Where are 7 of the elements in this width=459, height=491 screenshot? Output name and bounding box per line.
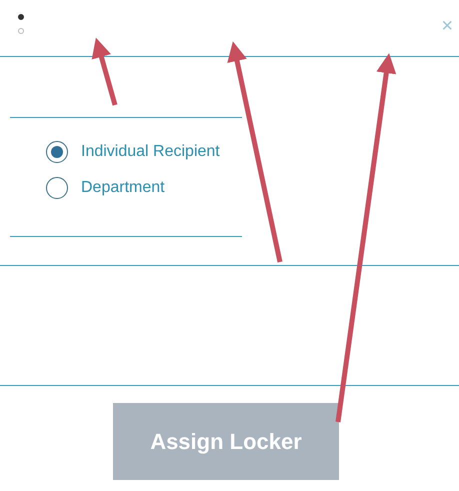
- option-label[interactable]: Department: [81, 179, 165, 197]
- annotation-arrow: [92, 38, 118, 106]
- radio-button[interactable]: [46, 141, 68, 163]
- radio-button[interactable]: [18, 28, 24, 34]
- radio-button[interactable]: [46, 177, 68, 199]
- option-label[interactable]: Individual Recipient: [81, 143, 220, 161]
- radio-button[interactable]: [18, 14, 24, 20]
